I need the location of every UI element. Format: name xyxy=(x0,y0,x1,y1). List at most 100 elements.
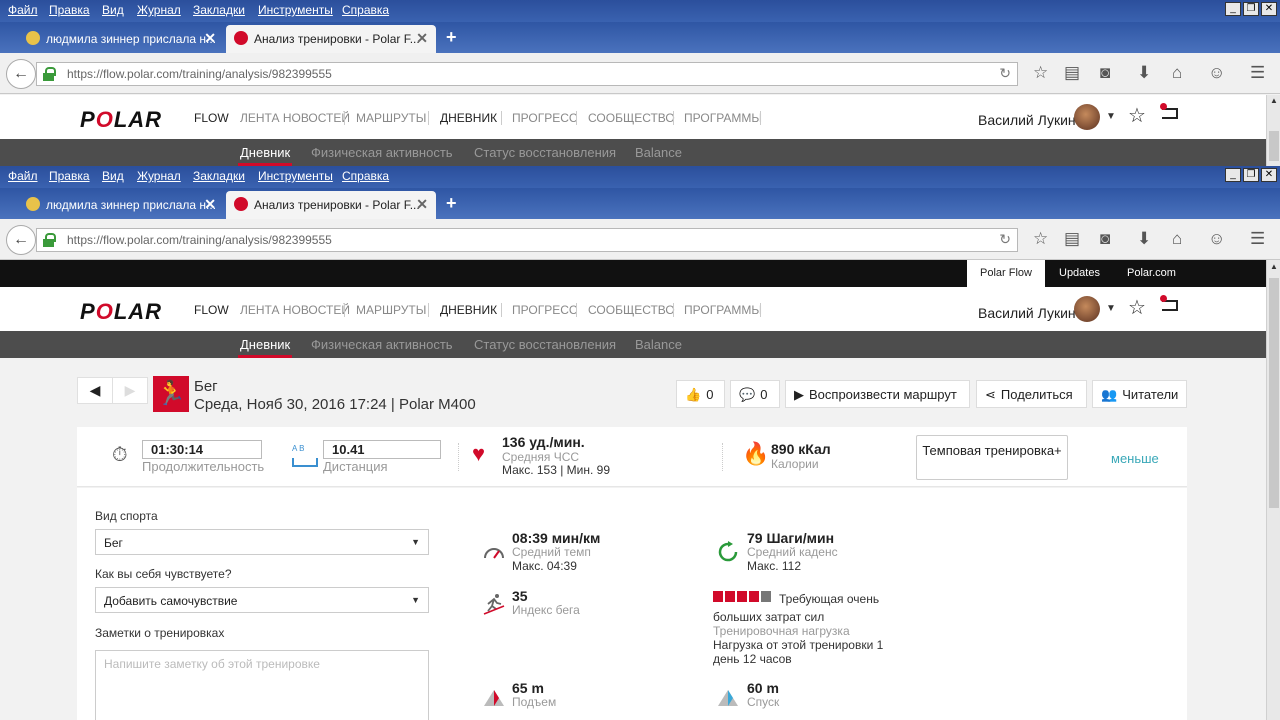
star-icon[interactable]: ☆ xyxy=(1128,295,1146,320)
link-polar-com[interactable]: Polar.com xyxy=(1127,267,1176,279)
user-name[interactable]: Василий Лукин xyxy=(978,305,1076,321)
nav-newsfeed[interactable]: ЛЕНТА НОВОСТЕЙ xyxy=(240,111,350,125)
reload-icon[interactable]: ↻ xyxy=(999,65,1011,82)
subnav-activity[interactable]: Физическая активность xyxy=(311,145,453,160)
chat-icon[interactable]: ☺ xyxy=(1208,63,1225,83)
replay-route-button[interactable]: ▶ Воспроизвести маршрут xyxy=(785,380,970,408)
download-icon[interactable]: ⬇ xyxy=(1137,229,1151,249)
subnav-activity[interactable]: Физическая активность xyxy=(311,337,453,352)
menu-view[interactable]: Вид xyxy=(102,3,124,17)
menu-view[interactable]: Вид xyxy=(102,169,124,183)
nav-community[interactable]: СООБЩЕСТВО xyxy=(588,303,675,317)
pocket-icon[interactable]: ◙ xyxy=(1100,63,1110,83)
menu-edit[interactable]: Правка xyxy=(49,3,90,17)
reading-list-icon[interactable]: ▤ xyxy=(1064,63,1080,83)
new-tab-icon[interactable]: + xyxy=(446,193,457,214)
bookmark-star-icon[interactable]: ☆ xyxy=(1033,229,1048,249)
chevron-down-icon[interactable]: ▼ xyxy=(1106,303,1116,314)
comments-button[interactable]: 💬 0 xyxy=(730,380,780,408)
subnav-balance[interactable]: Balance xyxy=(635,145,682,160)
nav-newsfeed[interactable]: ЛЕНТА НОВОСТЕЙ xyxy=(240,303,350,317)
avatar[interactable] xyxy=(1074,296,1100,322)
scroll-up-icon[interactable]: ▲ xyxy=(1268,262,1280,274)
back-icon[interactable]: ← xyxy=(6,225,36,255)
hamburger-menu-icon[interactable]: ☰ xyxy=(1250,63,1265,83)
nav-diary[interactable]: ДНЕВНИК xyxy=(435,303,502,334)
polar-logo[interactable]: POLAR xyxy=(80,299,162,325)
menu-file[interactable]: Файл xyxy=(8,3,38,17)
like-button[interactable]: 👍 0 xyxy=(676,380,725,408)
reading-list-icon[interactable]: ▤ xyxy=(1064,229,1080,249)
menu-tools[interactable]: Инструменты xyxy=(258,3,333,17)
feeling-select[interactable]: Добавить самочувствие ▼ xyxy=(95,587,429,613)
nav-routes[interactable]: МАРШРУТЫ xyxy=(356,303,426,317)
subnav-diary[interactable]: Дневник xyxy=(237,145,293,166)
nav-diary[interactable]: ДНЕВНИК xyxy=(435,111,502,142)
notes-textarea[interactable]: Напишите заметку об этой тренировке xyxy=(95,650,429,720)
menu-help[interactable]: Справка xyxy=(342,3,389,17)
tab-mail[interactable]: людмила зиннер прислала н... ✕ xyxy=(18,25,224,53)
subnav-recovery[interactable]: Статус восстановления xyxy=(474,337,616,352)
close-icon[interactable]: ✕ xyxy=(1261,168,1277,182)
minimize-icon[interactable]: _ xyxy=(1225,168,1241,182)
polar-logo[interactable]: POLAR xyxy=(80,107,162,133)
chevron-down-icon[interactable]: ▼ xyxy=(1106,111,1116,122)
close-tab-icon[interactable]: ✕ xyxy=(416,196,428,213)
restore-icon[interactable]: ❐ xyxy=(1243,168,1259,182)
menu-bookmarks[interactable]: Закладки xyxy=(193,3,245,17)
next-training-button[interactable]: ▶ xyxy=(112,377,148,404)
menu-history[interactable]: Журнал xyxy=(137,169,181,183)
nav-progress[interactable]: ПРОГРЕСС xyxy=(512,111,578,125)
tempo-training-button[interactable]: Темповая тренировка+ xyxy=(916,435,1068,480)
avatar[interactable] xyxy=(1074,104,1100,130)
bookmark-star-icon[interactable]: ☆ xyxy=(1033,63,1048,83)
link-polar-flow[interactable]: Polar Flow xyxy=(967,260,1045,287)
link-updates[interactable]: Updates xyxy=(1059,267,1100,279)
subnav-diary[interactable]: Дневник xyxy=(237,337,293,358)
menu-help[interactable]: Справка xyxy=(342,169,389,183)
subnav-balance[interactable]: Balance xyxy=(635,337,682,352)
close-tab-icon[interactable]: ✕ xyxy=(416,30,428,47)
nav-community[interactable]: СООБЩЕСТВО xyxy=(588,111,675,125)
previous-training-button[interactable]: ◀ xyxy=(77,377,113,404)
hamburger-menu-icon[interactable]: ☰ xyxy=(1250,229,1265,249)
menu-history[interactable]: Журнал xyxy=(137,3,181,17)
home-icon[interactable]: ⌂ xyxy=(1172,63,1182,83)
user-name[interactable]: Василий Лукин xyxy=(978,112,1076,128)
nav-progress[interactable]: ПРОГРЕСС xyxy=(512,303,578,317)
nav-programs[interactable]: ПРОГРАММЫ xyxy=(684,303,762,317)
url-bar[interactable]: https://flow.polar.com/training/analysis… xyxy=(36,228,1018,252)
share-button[interactable]: ⋖ Поделиться xyxy=(976,380,1087,408)
scroll-up-icon[interactable]: ▲ xyxy=(1268,96,1280,108)
scroll-thumb[interactable] xyxy=(1269,131,1279,161)
pocket-icon[interactable]: ◙ xyxy=(1100,229,1110,249)
restore-icon[interactable]: ❐ xyxy=(1243,2,1259,16)
close-tab-icon[interactable]: ✕ xyxy=(204,196,216,213)
scroll-thumb[interactable] xyxy=(1269,278,1279,508)
sport-type-select[interactable]: Бег ▼ xyxy=(95,529,429,555)
minimize-icon[interactable]: _ xyxy=(1225,2,1241,16)
tab-polar[interactable]: Анализ тренировки - Polar F... ✕ xyxy=(226,191,436,219)
menu-file[interactable]: Файл xyxy=(8,169,38,183)
scrollbar[interactable]: ▲ xyxy=(1266,95,1280,166)
close-icon[interactable]: ✕ xyxy=(1261,2,1277,16)
home-icon[interactable]: ⌂ xyxy=(1172,229,1182,249)
url-bar[interactable]: https://flow.polar.com/training/analysis… xyxy=(36,62,1018,86)
tab-mail[interactable]: людмила зиннер прислала н... ✕ xyxy=(18,191,224,219)
notification-icon[interactable] xyxy=(1160,103,1180,121)
less-link[interactable]: меньше xyxy=(1111,451,1159,466)
tab-polar[interactable]: Анализ тренировки - Polar F... ✕ xyxy=(226,25,436,53)
nav-programs[interactable]: ПРОГРАММЫ xyxy=(684,111,762,125)
scrollbar[interactable]: ▲ xyxy=(1266,260,1280,720)
readers-button[interactable]: 👥 Читатели xyxy=(1092,380,1187,408)
subnav-recovery[interactable]: Статус восстановления xyxy=(474,145,616,160)
new-tab-icon[interactable]: + xyxy=(446,27,457,48)
reload-icon[interactable]: ↻ xyxy=(999,231,1011,248)
back-icon[interactable]: ← xyxy=(6,59,36,89)
notification-icon[interactable] xyxy=(1160,295,1180,313)
menu-tools[interactable]: Инструменты xyxy=(258,169,333,183)
menu-bookmarks[interactable]: Закладки xyxy=(193,169,245,183)
chat-icon[interactable]: ☺ xyxy=(1208,229,1225,249)
star-icon[interactable]: ☆ xyxy=(1128,103,1146,128)
nav-routes[interactable]: МАРШРУТЫ xyxy=(356,111,426,125)
